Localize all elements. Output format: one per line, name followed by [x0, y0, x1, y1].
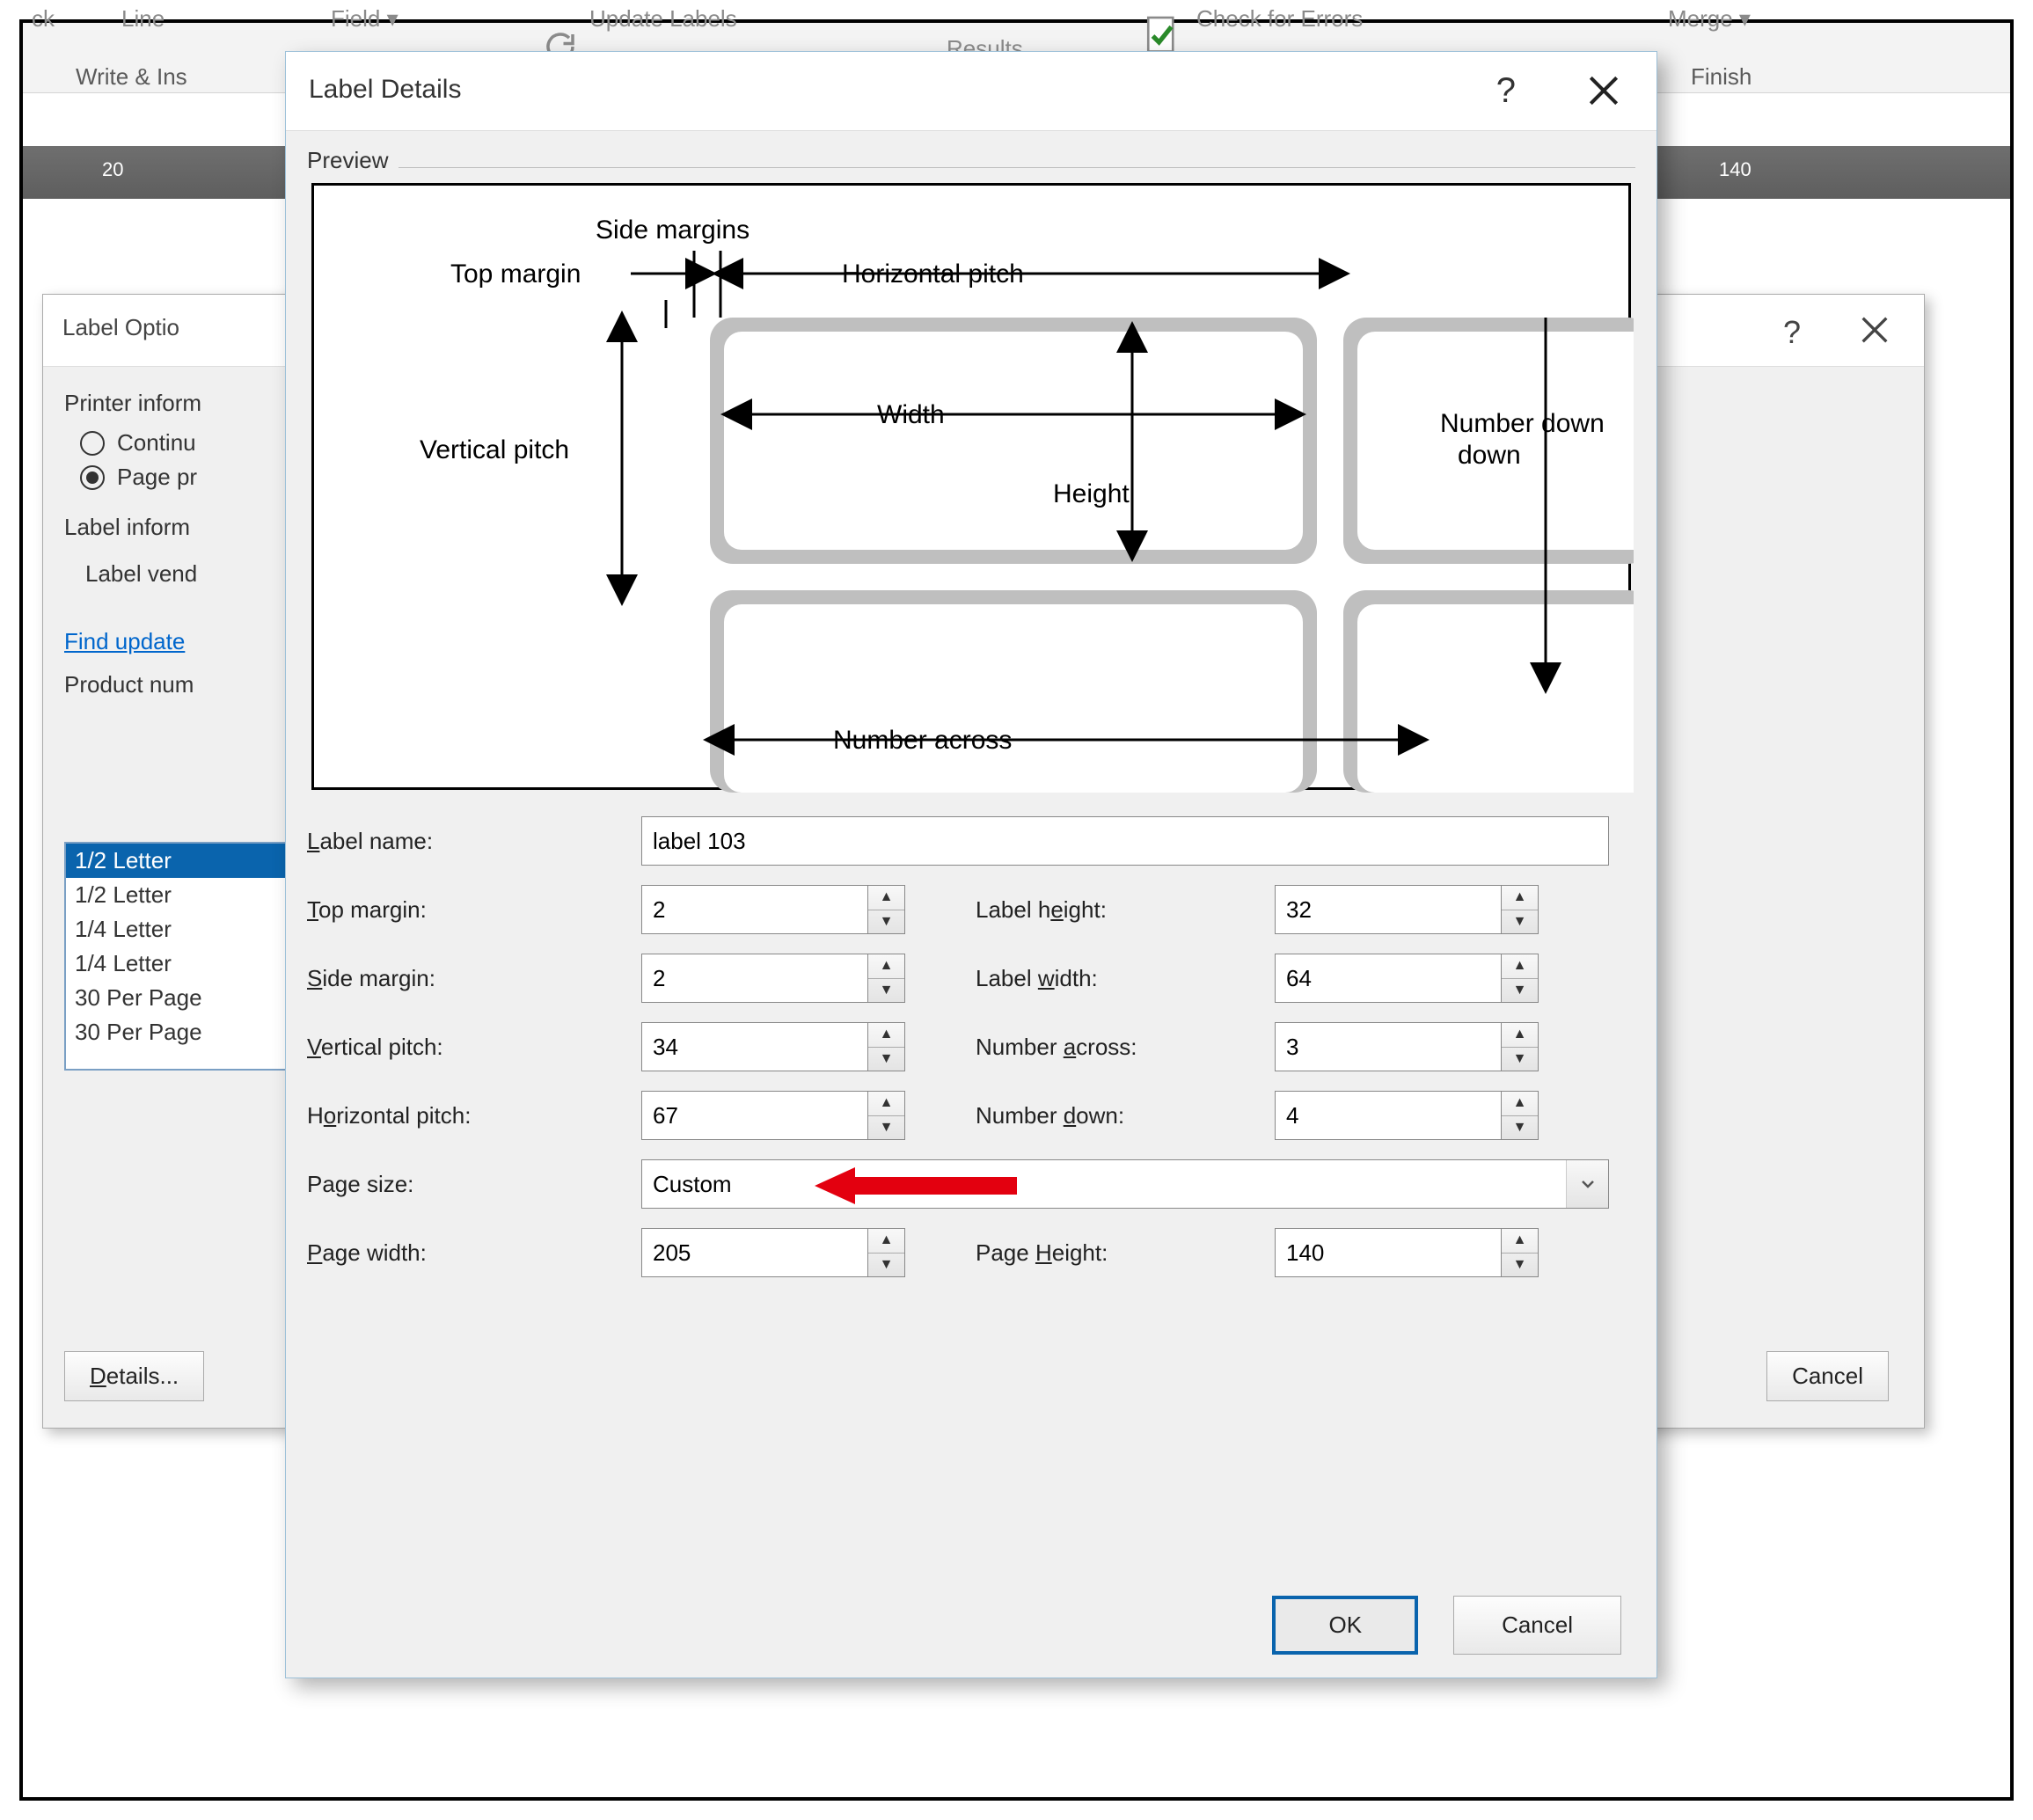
separator: [399, 167, 1635, 168]
label-name-input[interactable]: label 103: [641, 816, 1609, 866]
vertical-pitch-input[interactable]: 34▲▼: [641, 1022, 905, 1071]
ribbon-line[interactable]: Line: [121, 5, 165, 33]
ribbon-update-labels[interactable]: Update Labels: [589, 5, 737, 33]
radio-continuous-label: Continu: [117, 429, 196, 457]
label-details-titlebar: Label Details ?: [286, 52, 1656, 131]
ribbon-group-finish: Finish: [1691, 63, 1751, 91]
cancel-button[interactable]: Cancel: [1453, 1596, 1621, 1655]
label-details-dialog: Label Details ? Preview: [285, 51, 1657, 1678]
ribbon-ck[interactable]: ck: [32, 5, 55, 33]
label-height-label: Label height:: [976, 896, 1275, 924]
ribbon-field[interactable]: Field ▾: [331, 5, 399, 33]
label-preview-diagram: Side margins Top margin Horizontal pitch…: [311, 183, 1631, 790]
top-margin-input[interactable]: 2▲▼: [641, 885, 905, 934]
chevron-down-icon[interactable]: [1566, 1160, 1608, 1208]
number-across-label: Number across:: [976, 1034, 1275, 1061]
ribbon-group-write: Write & Ins: [76, 63, 187, 91]
svg-text:Number down: Number down: [1440, 409, 1605, 438]
label-width-input[interactable]: 64▲▼: [1275, 954, 1539, 1003]
horizontal-pitch-label: Horizontal pitch:: [307, 1102, 641, 1129]
label-width-label: Label width:: [976, 965, 1275, 992]
list-item[interactable]: 1/2 Letter: [66, 878, 291, 912]
page-size-label: Page size:: [307, 1171, 641, 1198]
close-icon[interactable]: [1848, 303, 1901, 356]
ruler-tick-140: 140: [1719, 158, 1751, 181]
number-across-input[interactable]: 3▲▼: [1275, 1022, 1539, 1071]
page-height-input[interactable]: 140▲▼: [1275, 1228, 1539, 1277]
horizontal-pitch-input[interactable]: 67▲▼: [641, 1091, 905, 1140]
close-icon[interactable]: [1577, 64, 1630, 117]
spinner-up-icon: ▲: [868, 886, 904, 910]
list-item[interactable]: 30 Per Page: [66, 981, 291, 1015]
ok-button[interactable]: OK: [1272, 1596, 1418, 1655]
details-button[interactable]: DDetails...etails...: [64, 1351, 204, 1401]
label-details-title: Label Details: [309, 75, 461, 105]
help-icon[interactable]: ?: [1496, 71, 1516, 111]
page-height-label: Page Height:: [976, 1239, 1275, 1267]
svg-text:down: down: [1458, 441, 1521, 470]
vertical-pitch-label: Vertical pitch:: [307, 1034, 641, 1061]
list-item[interactable]: 30 Per Page: [66, 1015, 291, 1049]
page-width-input[interactable]: 205▲▼: [641, 1228, 905, 1277]
top-margin-label: Top margin:: [307, 896, 641, 924]
label-name-label: Label name:: [307, 828, 641, 855]
spinner-down-icon: ▼: [868, 910, 904, 934]
page-width-label: Page width:: [307, 1239, 641, 1267]
number-down-label: Number down:: [976, 1102, 1275, 1129]
ribbon-merge[interactable]: Merge ▾: [1668, 5, 1751, 33]
svg-text:Side margins: Side margins: [596, 216, 750, 245]
help-icon[interactable]: ?: [1783, 314, 1801, 351]
svg-text:Vertical pitch: Vertical pitch: [420, 435, 569, 464]
side-margin-input[interactable]: 2▲▼: [641, 954, 905, 1003]
number-down-input[interactable]: 4▲▼: [1275, 1091, 1539, 1140]
cancel-button[interactable]: Cancel: [1766, 1351, 1889, 1401]
list-item[interactable]: 1/4 Letter: [66, 912, 291, 947]
preview-heading: Preview: [307, 147, 388, 174]
list-item[interactable]: 1/4 Letter: [66, 947, 291, 981]
label-options-title: Label Optio: [62, 314, 179, 341]
find-updates-link[interactable]: Find update: [64, 628, 185, 654]
page-size-value: Custom: [642, 1171, 1566, 1198]
product-number-list[interactable]: 1/2 Letter 1/2 Letter 1/4 Letter 1/4 Let…: [64, 842, 293, 1071]
side-margin-label: Side margin:: [307, 965, 641, 992]
page-size-combo[interactable]: Custom: [641, 1159, 1609, 1209]
ruler-tick-20: 20: [102, 158, 123, 181]
label-height-input[interactable]: 32▲▼: [1275, 885, 1539, 934]
list-item[interactable]: 1/2 Letter: [66, 844, 291, 878]
ribbon-check-errors[interactable]: Check for Errors: [1196, 5, 1363, 33]
svg-text:Height: Height: [1053, 479, 1130, 508]
svg-text:Top margin: Top margin: [450, 259, 581, 289]
radio-page-label: Page pr: [117, 464, 197, 491]
